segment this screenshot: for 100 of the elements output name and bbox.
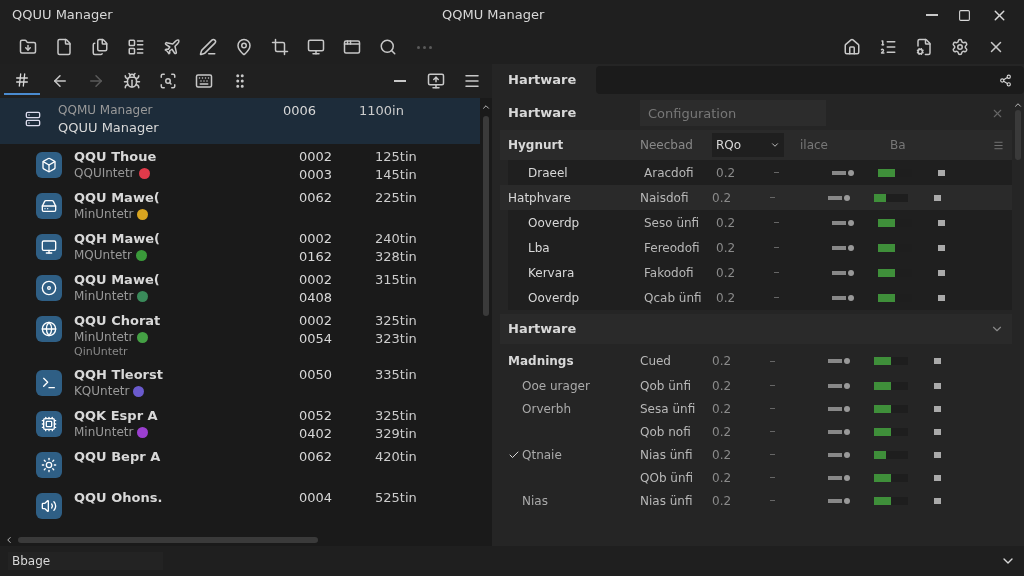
dash-icon — [770, 197, 775, 198]
dots-icon — [828, 194, 850, 201]
table-cell-text: 0006 — [283, 102, 318, 120]
box-icon — [36, 152, 62, 178]
table-cell-text: Ooe urager — [522, 377, 591, 395]
table-cell: 125tin — [375, 148, 417, 166]
table-row[interactable]: QOb ünfi 0.2 — [500, 466, 1012, 489]
dash-icon — [770, 408, 775, 409]
table-cell-text: 0.2 — [712, 189, 733, 207]
dots-icon — [832, 219, 854, 226]
table-cell-text: Draeel — [528, 164, 569, 182]
table-cell-text: 0.2 — [716, 214, 737, 232]
table-cell-text: QOb ünfi — [640, 469, 695, 487]
grid-icon — [14, 72, 30, 88]
table-row[interactable]: Orverbh Sesa ünfi 0.2 — [500, 397, 1012, 420]
vm-name: QQK Espr A — [74, 407, 159, 424]
vm-list-item[interactable]: QQMU Manager QQUU Manager 0006 1100in — [0, 98, 480, 144]
column-select[interactable]: RQo — [712, 133, 784, 157]
column-header: Neecbad — [640, 137, 694, 154]
table-row[interactable]: Ooverdp Seso ünfi 0.2 — [508, 210, 1012, 235]
vm-subtitle: QQUIntetr — [74, 165, 135, 182]
table-cell-text: Nias — [522, 492, 549, 510]
table-cell-text: 0004 — [299, 489, 334, 507]
vm-list-item[interactable]: QQU Mawe( MinUntetr 0062 225tin — [0, 185, 480, 226]
dash-icon — [774, 222, 779, 223]
vm-name: QQMU Manager — [58, 102, 154, 119]
collapsible-section[interactable]: Hartware — [500, 314, 1012, 344]
maximize-icon — [958, 8, 971, 22]
dots-icon — [832, 269, 854, 276]
vm-list-item[interactable]: QQU Thoue QQUIntetr 0002 0003 125tin 145tin — [0, 144, 480, 185]
table-cell-text: 0062 — [299, 189, 334, 207]
chip-icon — [36, 411, 62, 437]
table-cell: 325tin — [375, 312, 417, 330]
column-header: ilace — [800, 137, 829, 154]
table-cell-text: Nias ünfi — [640, 492, 694, 510]
vm-list-item[interactable]: QQH Tleorst KQUntetr 0050 335tin — [0, 362, 480, 403]
minimize-icon — [926, 14, 938, 16]
column-header: Ba — [890, 137, 906, 154]
vm-subtitle: KQUntetr — [74, 383, 130, 400]
table-row[interactable]: Nias Nias ünfi 0.2 — [500, 489, 1012, 512]
table-row[interactable]: Draeel Aracdofi 0.2 — [508, 160, 1012, 185]
dots-icon — [828, 358, 850, 364]
vm-list-item[interactable]: QQU Chorat MinUntetr QinUntetr 0002 0054 325tin 323tin — [0, 308, 480, 362]
table-cell: 315tin — [375, 271, 417, 289]
status-text: Bbage — [8, 552, 163, 570]
vm-subtitle: MQUntetr — [74, 247, 132, 264]
table-row[interactable]: Lba Fereodofi 0.2 — [508, 235, 1012, 260]
monitor-icon — [36, 234, 62, 260]
table-cell: 1100in — [359, 102, 404, 120]
table-cell-text: Ooverdp — [528, 214, 581, 232]
vm-name: QQU Mawe( — [74, 189, 161, 206]
vm-subtitle: QinUntetr — [74, 346, 129, 358]
table-cell-text: Lba — [528, 239, 551, 257]
section-title: Hartware — [508, 104, 578, 123]
table-row[interactable]: Ooe urager Qob ünfi 0.2 — [500, 374, 1012, 397]
table-cell-text: Qtnaie — [522, 446, 563, 464]
table-cell-text: 0162 — [299, 248, 334, 266]
table-cell-text: Ooverdp — [528, 289, 581, 307]
table-row[interactable]: Qob nofi 0.2 — [500, 420, 1012, 443]
panel-tab[interactable]: Hartware — [500, 70, 585, 90]
table-row[interactable]: Hatphvare Naisdofi 0.2 — [500, 185, 1012, 210]
dash-icon — [770, 385, 775, 386]
vm-subtitle: MinUntetr — [74, 288, 134, 305]
vm-name: QQU Bepr A — [74, 448, 162, 465]
group-title: Madnings — [508, 353, 575, 370]
dash-icon — [770, 477, 775, 478]
dash-icon — [774, 272, 779, 273]
table-cell-text: Naisdofi — [640, 189, 690, 207]
table-cell-text: Nias ünfi — [640, 446, 694, 464]
vm-list-item[interactable]: QQH Mawe( MQUntetr 0002 0162 240tin 328tin — [0, 226, 480, 267]
table-cell: 323tin — [375, 330, 417, 348]
table-row[interactable]: Ooverdp Qcab ünfi 0.2 — [508, 285, 1012, 310]
vm-subtitle: MinUntetr — [74, 206, 134, 223]
table-cell-text: Aracdofi — [644, 164, 695, 182]
vm-list-item[interactable]: QQU Bepr A 0062 420tin — [0, 444, 480, 485]
table-cell: 145tin — [375, 166, 417, 184]
table-cell-text: 0002 — [299, 271, 334, 289]
dots-icon — [828, 474, 850, 481]
dash-icon — [770, 500, 775, 501]
dots-icon — [832, 244, 854, 251]
vm-list-item[interactable]: QQU Ohons. 0004 525tin — [0, 485, 480, 526]
table-cell-text: 0.2 — [712, 353, 733, 370]
table-cell-text: 0002 — [299, 230, 334, 248]
dots-icon — [832, 169, 854, 176]
vm-list-item[interactable]: QQU Mawe( MinUntetr 0002 0408 315tin — [0, 267, 480, 308]
table-cell-text: 0.2 — [712, 446, 733, 464]
configuration-field[interactable]: Configuration — [640, 100, 826, 126]
table-cell-text: 0.2 — [712, 492, 733, 510]
table-row[interactable]: Qtnaie Nias ünfi 0.2 — [500, 443, 1012, 466]
table-cell-text: 0052 — [299, 407, 334, 425]
dots-icon — [828, 428, 850, 435]
caret-icon — [770, 140, 780, 150]
dash-icon — [774, 172, 779, 173]
table-cell-text: Hatphvare — [508, 189, 572, 207]
dash-icon — [774, 297, 779, 298]
vm-list-item[interactable]: QQK Espr A MinUntetr 0052 0402 325tin 329tin — [0, 403, 480, 444]
table-cell-text: Orverbh — [522, 400, 573, 418]
dash-icon — [770, 454, 775, 455]
table-row[interactable]: Kervara Fakodofi 0.2 — [508, 260, 1012, 285]
table-cell-text: 0.2 — [716, 239, 737, 257]
